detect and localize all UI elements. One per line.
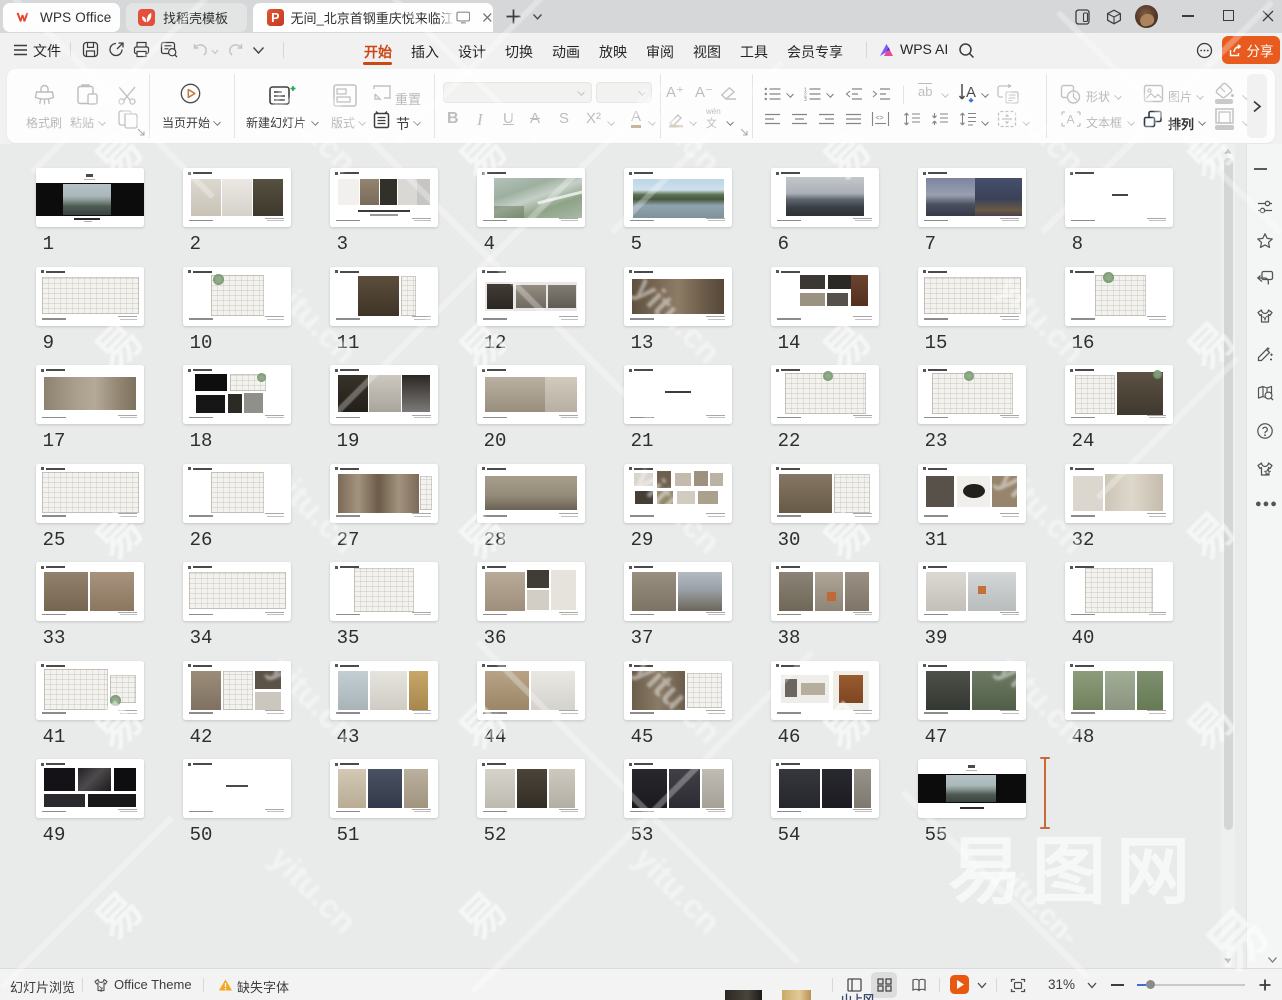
svg-text:A: A xyxy=(1067,113,1075,127)
svg-text:3: 3 xyxy=(804,97,807,101)
svg-text:<>: <> xyxy=(876,115,884,122)
